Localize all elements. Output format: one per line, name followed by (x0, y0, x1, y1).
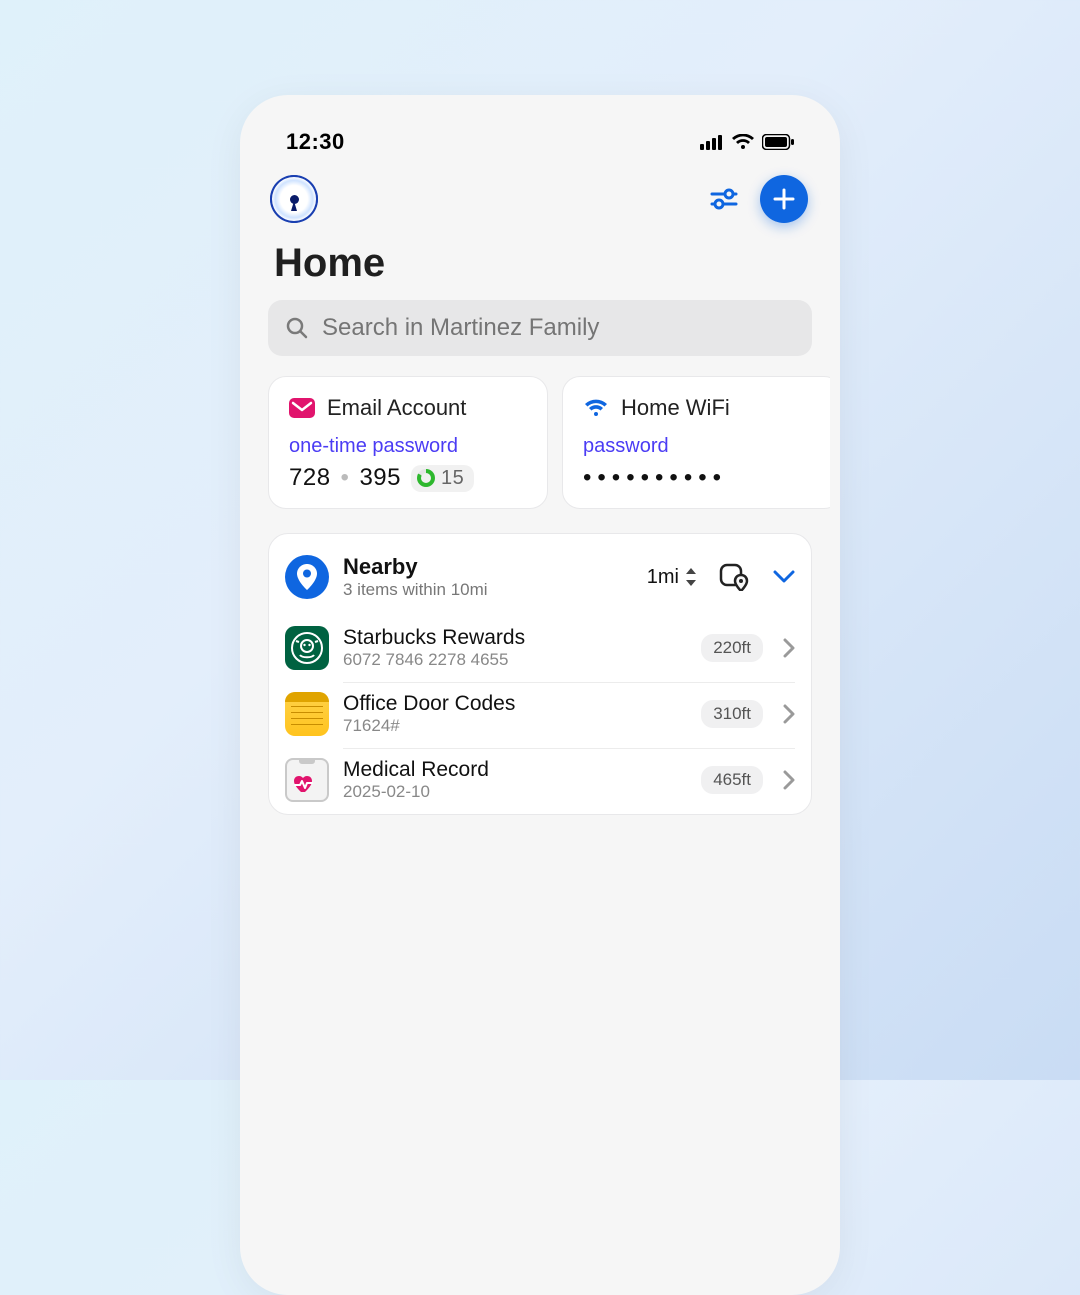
status-time: 12:30 (286, 129, 345, 155)
notes-icon (285, 692, 329, 736)
otp-timer-badge: 15 (411, 465, 474, 492)
medical-record-icon (285, 758, 329, 802)
card-masked-value: •••••••••• (583, 464, 821, 492)
chevron-right-icon (783, 704, 795, 724)
nearby-title: Nearby (343, 554, 488, 580)
card-field-label: one-time password (289, 435, 527, 458)
battery-icon (762, 134, 794, 150)
pinned-card-email[interactable]: Email Account one-time password 728 • 39… (268, 376, 548, 509)
nearby-item[interactable]: Office Door Codes 71624# 310ft (269, 682, 811, 748)
search-icon (286, 317, 308, 339)
cellular-icon (700, 134, 724, 150)
nearby-subtitle: 3 items within 10mi (343, 580, 488, 600)
card-title: Home WiFi (621, 395, 730, 421)
nearby-item[interactable]: Starbucks Rewards 6072 7846 2278 4655 22… (269, 616, 811, 682)
otp-ring-icon (417, 469, 435, 487)
filter-settings-button[interactable] (706, 181, 742, 217)
chevron-down-icon[interactable] (773, 570, 795, 584)
mail-icon (289, 398, 315, 418)
app-bar (250, 165, 830, 235)
item-subtitle: 6072 7846 2278 4655 (343, 650, 687, 670)
card-otp-value: 728 • 395 15 (289, 464, 527, 492)
item-title: Starbucks Rewards (343, 626, 687, 650)
card-field-label: password (583, 435, 821, 458)
card-title: Email Account (327, 395, 466, 421)
pinned-card-wifi[interactable]: Home WiFi password •••••••••• (562, 376, 830, 509)
status-bar: 12:30 (250, 105, 830, 165)
starbucks-icon (285, 626, 329, 670)
distance-badge: 310ft (701, 700, 763, 728)
chevron-right-icon (783, 638, 795, 658)
pinned-cards-row[interactable]: Email Account one-time password 728 • 39… (250, 376, 830, 533)
search-bar[interactable] (268, 300, 812, 356)
wifi-icon (732, 134, 754, 150)
phone-frame: 12:30 Home (240, 95, 840, 1295)
distance-selector[interactable]: 1mi (647, 566, 697, 589)
nearby-panel: Nearby 3 items within 10mi 1mi S (268, 533, 812, 815)
add-button[interactable] (760, 175, 808, 223)
item-title: Medical Record (343, 758, 687, 782)
page-title: Home (250, 235, 830, 300)
item-subtitle: 2025-02-10 (343, 782, 687, 802)
item-title: Office Door Codes (343, 692, 687, 716)
stepper-icon (685, 568, 697, 586)
distance-badge: 220ft (701, 634, 763, 662)
distance-badge: 465ft (701, 766, 763, 794)
item-subtitle: 71624# (343, 716, 687, 736)
wifi-icon (583, 398, 609, 418)
map-location-icon[interactable] (719, 563, 749, 591)
nearby-header: Nearby 3 items within 10mi 1mi (269, 548, 811, 616)
app-logo-icon[interactable] (270, 175, 318, 223)
location-pin-icon (285, 555, 329, 599)
search-input[interactable] (322, 314, 794, 342)
nearby-item[interactable]: Medical Record 2025-02-10 465ft (269, 748, 811, 814)
chevron-right-icon (783, 770, 795, 790)
